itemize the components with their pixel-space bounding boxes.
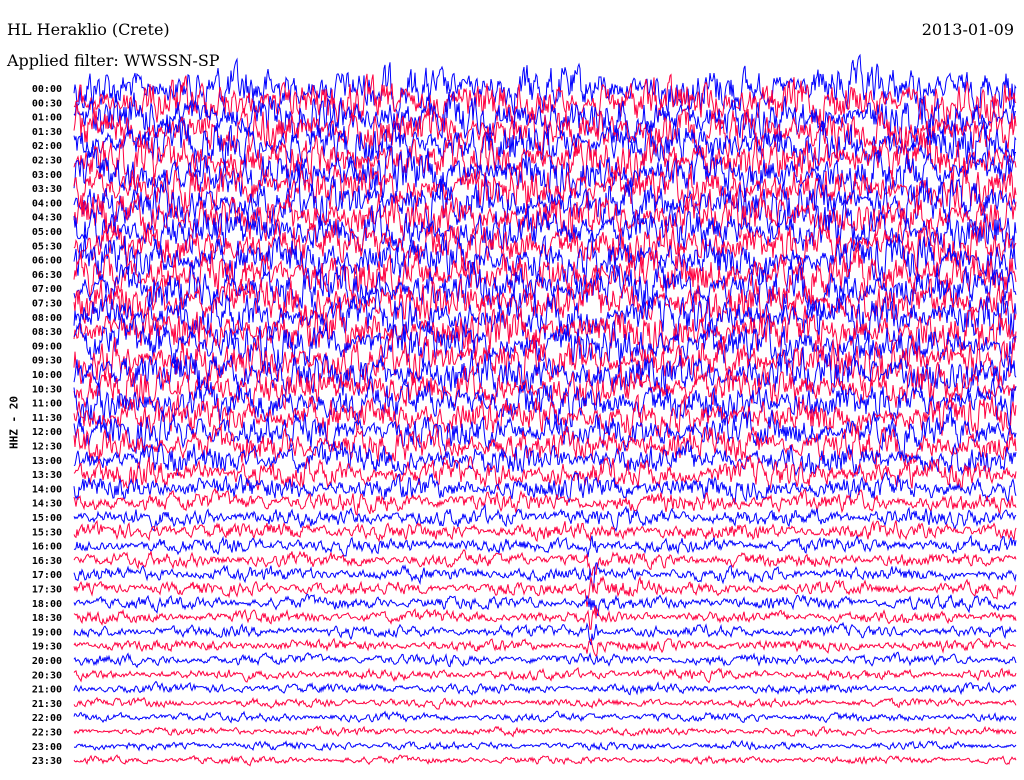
row-time-label: 17:00: [32, 570, 62, 581]
trace-row-1800: [73, 593, 1017, 617]
row-time-label: 21:00: [32, 685, 62, 696]
trace-row-2030: [73, 667, 1017, 684]
row-time-label: 03:00: [32, 170, 62, 181]
row-time-label: 23:30: [32, 756, 62, 767]
row-time-label: 21:30: [32, 699, 62, 710]
trace-row-2330: [73, 754, 1017, 767]
row-time-label: 20:30: [32, 670, 62, 681]
trace-row-2200: [73, 710, 1017, 724]
trace-row-1830: [73, 606, 1017, 630]
row-time-label: 01:30: [32, 127, 62, 138]
row-time-label: 02:00: [32, 141, 62, 152]
row-time-label: 04:00: [32, 198, 62, 209]
row-time-label: 00:30: [32, 98, 62, 109]
trace-row-1900: [73, 621, 1017, 646]
row-time-label: 20:00: [32, 656, 62, 667]
trace-row-2230: [73, 725, 1017, 738]
trace-row-2300: [73, 739, 1017, 752]
trace-row-2100: [73, 680, 1017, 696]
row-time-label: 14:30: [32, 499, 62, 510]
row-time-label: 01:00: [32, 113, 62, 124]
row-time-label: 17:30: [32, 585, 62, 596]
trace-row-1300: [73, 439, 1017, 477]
row-time-label: 07:00: [32, 284, 62, 295]
row-time-label: 14:00: [32, 484, 62, 495]
row-time-label: 03:30: [32, 184, 62, 195]
row-time-label: 09:00: [32, 341, 62, 352]
trace-row-1530: [73, 519, 1017, 543]
row-time-label: 12:00: [32, 427, 62, 438]
row-time-label: 13:30: [32, 470, 62, 481]
row-time-label: 13:00: [32, 456, 62, 467]
row-time-label: 11:00: [32, 399, 62, 410]
trace-row-1700: [73, 562, 1017, 589]
row-time-label: 07:30: [32, 299, 62, 310]
trace-row-1600: [73, 534, 1017, 558]
row-time-label: 02:30: [32, 156, 62, 167]
row-time-label: 06:30: [32, 270, 62, 281]
row-time-label: 12:30: [32, 442, 62, 453]
row-time-label: 00:00: [32, 84, 62, 95]
trace-row-1730: [73, 575, 1017, 607]
row-time-label: 23:00: [32, 742, 62, 753]
trace-row-2000: [73, 651, 1017, 669]
row-time-label: 10:00: [32, 370, 62, 381]
row-time-label: 09:30: [32, 356, 62, 367]
helicorder-plot: 00:00 00:30 01:00 01:30 02:00 02:30 03:00 03:30…: [32, 53, 1017, 767]
row-time-label: 22:30: [32, 728, 62, 739]
trace-row-1930: [73, 637, 1017, 658]
row-time-label: 08:30: [32, 327, 62, 338]
row-time-label: 16:30: [32, 556, 62, 567]
trace-row-2130: [73, 696, 1017, 710]
row-time-label: 04:30: [32, 213, 62, 224]
row-time-label: 19:00: [32, 627, 62, 638]
row-time-label: 05:30: [32, 241, 62, 252]
row-time-label: 15:30: [32, 527, 62, 538]
row-time-label: 15:00: [32, 513, 62, 524]
row-time-label: 16:00: [32, 542, 62, 553]
row-time-label: 06:00: [32, 256, 62, 267]
row-time-label: 11:30: [32, 413, 62, 424]
row-time-label: 18:00: [32, 599, 62, 610]
row-time-label: 05:00: [32, 227, 62, 238]
row-time-label: 08:00: [32, 313, 62, 324]
row-time-label: 10:30: [32, 384, 62, 395]
row-time-label: 18:30: [32, 613, 62, 624]
row-time-label: 22:00: [32, 713, 62, 724]
row-time-label: 19:30: [32, 642, 62, 653]
